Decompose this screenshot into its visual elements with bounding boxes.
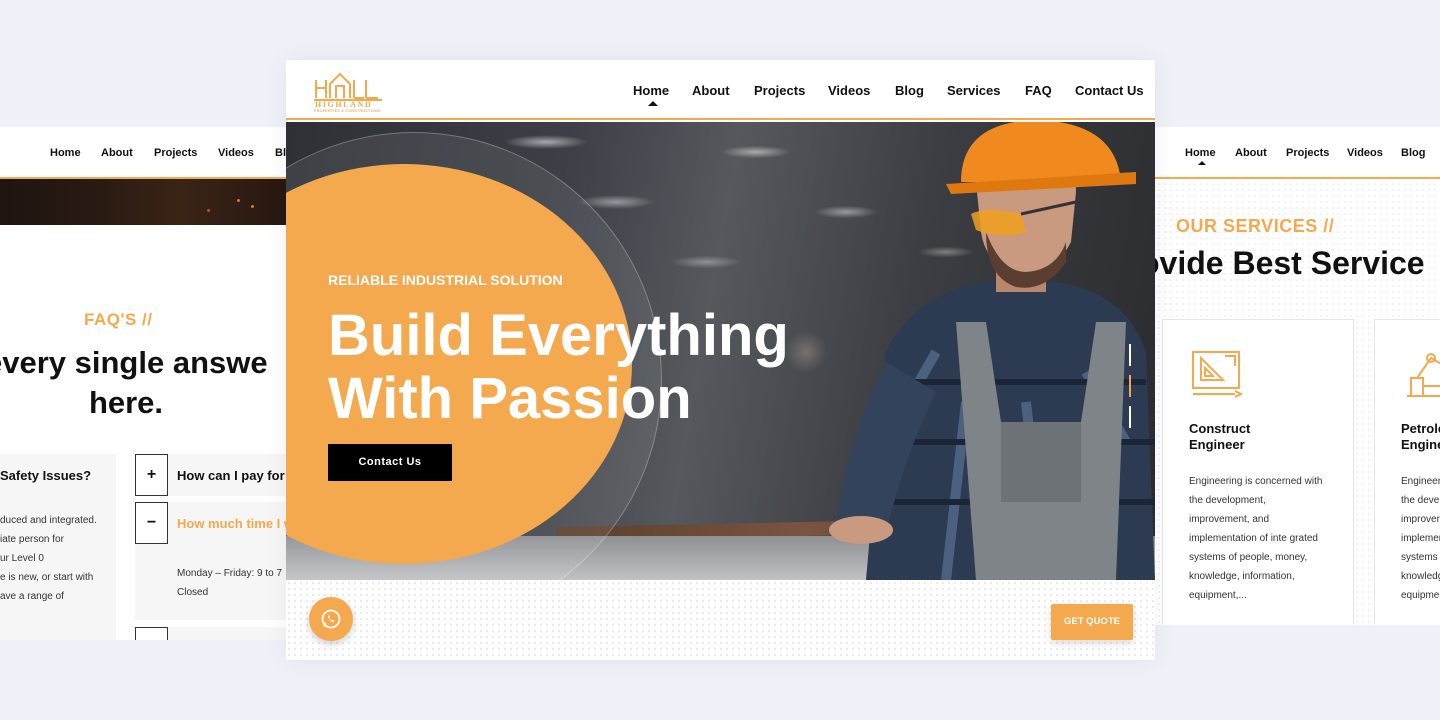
services-page-preview: Home About Projects Videos Blog OUR SERV… <box>1150 127 1440 625</box>
nav-services[interactable]: Services <box>947 83 1001 98</box>
construction-worker-photo <box>829 122 1155 580</box>
nav-contact-us[interactable]: Contact Us <box>1075 83 1144 98</box>
hero-banner: RELIABLE INDUSTRIAL SOLUTION Build Every… <box>286 122 1155 580</box>
logo-tagline: PROPERTIES & CONSTRUCTIONS <box>314 109 381 113</box>
oil-pump-icon <box>1407 353 1440 397</box>
service-title: Petrole Engine <box>1401 421 1440 452</box>
get-quote-button[interactable]: GET QUOTE <box>1051 604 1133 640</box>
main-footer-area: GET QUOTE <box>286 580 1155 660</box>
whatsapp-button[interactable] <box>309 597 353 641</box>
right-nav-about[interactable]: About <box>1235 147 1267 159</box>
logo-name: HIGHLAND <box>315 100 373 109</box>
blueprint-icon <box>1192 351 1243 398</box>
faq-card-answer: duced and integrated. iate person for ur… <box>0 515 97 602</box>
faq-item[interactable] <box>135 627 300 640</box>
faq-answer: Monday – Friday: 9 to 7 Closed <box>177 568 283 598</box>
faq-toggle-minus[interactable]: − <box>135 502 168 544</box>
service-description: Engineering is concerned with the develo… <box>1189 476 1323 601</box>
faq-item[interactable]: + How can I pay for m <box>135 454 300 496</box>
right-nav-home[interactable]: Home <box>1185 147 1216 159</box>
service-description: Engineer the devel improver implemer sys… <box>1401 476 1440 601</box>
contact-us-button[interactable]: Contact Us <box>328 444 452 481</box>
left-nav-videos[interactable]: Videos <box>218 147 254 159</box>
active-nav-indicator <box>648 101 658 106</box>
faq-question-active[interactable]: How much time I w <box>177 516 294 531</box>
nav-home[interactable]: Home <box>633 83 669 98</box>
nav-faq[interactable]: FAQ <box>1025 83 1052 98</box>
faq-card-left: Safety Issues? duced and integrated. iat… <box>0 454 116 640</box>
right-nav-blog[interactable]: Blog <box>1401 147 1425 159</box>
slider-dot[interactable] <box>1129 344 1131 366</box>
left-nav-blog[interactable]: Bl <box>275 147 286 159</box>
home-page-preview: HIGHLAND PROPERTIES & CONSTRUCTIONS Home… <box>286 60 1155 660</box>
left-banner-strip <box>0 179 300 225</box>
left-nav-projects[interactable]: Projects <box>154 147 197 159</box>
faq-item-open[interactable]: − How much time I w Monday – Friday: 9 t… <box>135 502 300 620</box>
faq-question[interactable]: How can I pay for m <box>177 468 300 483</box>
service-title: Construct Engineer <box>1189 421 1251 452</box>
right-nav-videos[interactable]: Videos <box>1347 147 1383 159</box>
slider-dot[interactable] <box>1129 406 1131 428</box>
left-nav-about[interactable]: About <box>101 147 133 159</box>
active-nav-indicator <box>1198 161 1206 165</box>
hero-title: Build Everything With Passion <box>328 303 789 431</box>
main-header: HIGHLAND PROPERTIES & CONSTRUCTIONS Home… <box>286 60 1155 120</box>
faq-card-question[interactable]: Safety Issues? <box>0 468 91 483</box>
left-nav-home[interactable]: Home <box>50 147 81 159</box>
services-tag: OUR SERVICES // <box>1176 216 1335 236</box>
faq-page-preview: Home About Projects Videos Bl FAQ'S // e… <box>0 127 300 640</box>
nav-videos[interactable]: Videos <box>828 83 870 98</box>
faq-heading-line1: every single answe <box>0 345 268 380</box>
faq-tag: FAQ'S // <box>84 310 153 329</box>
nav-about[interactable]: About <box>692 83 730 98</box>
right-nav-bar: Home About Projects Videos Blog <box>1150 127 1440 179</box>
service-card[interactable]: Petrole Engine Engineer the devel improv… <box>1374 319 1440 625</box>
services-heading: ovide Best Service <box>1150 245 1425 281</box>
nav-projects[interactable]: Projects <box>754 83 805 98</box>
faq-toggle-plus[interactable]: + <box>135 454 168 496</box>
service-card[interactable]: Construct Engineer Engineering is concer… <box>1162 319 1354 625</box>
slider-dot-active[interactable] <box>1129 375 1131 397</box>
left-nav-bar: Home About Projects Videos Bl <box>0 127 300 179</box>
whatsapp-icon <box>321 609 341 629</box>
right-nav-projects[interactable]: Projects <box>1286 147 1329 159</box>
faq-heading: every single answe here. <box>0 343 268 423</box>
nav-blog[interactable]: Blog <box>895 83 924 98</box>
faq-toggle[interactable] <box>135 627 168 640</box>
hero-eyebrow: RELIABLE INDUSTRIAL SOLUTION <box>328 272 563 288</box>
faq-heading-line2: here. <box>88 385 164 420</box>
